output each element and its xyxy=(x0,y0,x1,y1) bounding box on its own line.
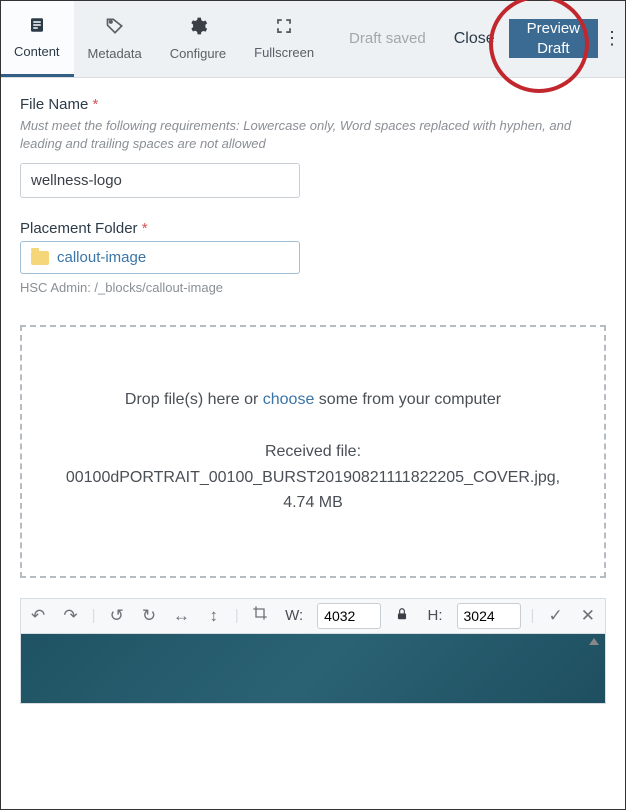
confirm-icon[interactable]: ✓ xyxy=(544,606,566,626)
placement-folder-group: Placement Folder * callout-image HSC Adm… xyxy=(20,220,606,295)
tab-metadata[interactable]: Metadata xyxy=(74,0,156,77)
folder-value: callout-image xyxy=(57,249,146,266)
image-editor-toolbar: ↶ ↷ | ↺ ↻ ↔ ↕ | W: H: | ✓ ✕ xyxy=(20,598,606,634)
content-area: File Name * Must meet the following requ… xyxy=(0,78,626,722)
editor-toolbar: Content Metadata Configure Fullscreen Dr… xyxy=(0,0,626,78)
image-preview xyxy=(20,634,606,704)
fullscreen-icon xyxy=(275,17,293,41)
received-file-block: Received file: 00100dPORTRAIT_00100_BURS… xyxy=(52,439,574,516)
rotate-right-icon[interactable]: ↻ xyxy=(138,606,160,626)
redo-icon[interactable]: ↷ xyxy=(59,606,81,626)
file-dropzone[interactable]: Drop file(s) here or choose some from yo… xyxy=(20,325,606,577)
choose-file-link[interactable]: choose xyxy=(263,391,315,408)
close-button[interactable]: Close xyxy=(440,30,509,48)
undo-icon[interactable]: ↶ xyxy=(27,606,49,626)
tag-icon xyxy=(105,16,125,42)
width-label: W: xyxy=(285,607,303,624)
preview-draft-button[interactable]: Preview Draft xyxy=(509,19,598,58)
file-name-hint: Must meet the following requirements: Lo… xyxy=(20,117,606,153)
tab-fullscreen-label: Fullscreen xyxy=(254,45,314,60)
folder-selector[interactable]: callout-image xyxy=(20,241,300,274)
folder-path: HSC Admin: /_blocks/callout-image xyxy=(20,280,606,295)
file-name-input[interactable] xyxy=(20,163,300,198)
tab-fullscreen[interactable]: Fullscreen xyxy=(240,0,328,77)
cancel-icon[interactable]: ✕ xyxy=(577,606,599,626)
rotate-left-icon[interactable]: ↺ xyxy=(106,606,128,626)
preview-line1: Preview xyxy=(527,19,580,39)
more-menu-button[interactable]: ⋮ xyxy=(598,28,626,49)
scroll-up-icon[interactable] xyxy=(589,638,599,645)
height-label: H: xyxy=(428,607,443,624)
content-icon xyxy=(28,16,46,40)
received-file-name: 00100dPORTRAIT_00100_BURST20190821111822… xyxy=(52,465,574,516)
preview-line2: Draft xyxy=(537,39,570,59)
draft-saved-text: Draft saved xyxy=(335,30,440,47)
tab-configure-label: Configure xyxy=(170,46,226,61)
lock-icon[interactable] xyxy=(391,606,413,626)
tab-content[interactable]: Content xyxy=(0,0,74,77)
tab-configure[interactable]: Configure xyxy=(156,0,240,77)
flip-vertical-icon[interactable]: ↕ xyxy=(203,606,225,626)
file-name-group: File Name * Must meet the following requ… xyxy=(20,96,606,198)
height-input[interactable] xyxy=(457,603,521,629)
file-name-label: File Name * xyxy=(20,96,606,113)
dropzone-prompt: Drop file(s) here or choose some from yo… xyxy=(52,387,574,413)
gear-icon xyxy=(188,16,208,42)
crop-icon[interactable] xyxy=(249,605,271,626)
tab-content-label: Content xyxy=(14,44,60,59)
width-input[interactable] xyxy=(317,603,381,629)
flip-horizontal-icon[interactable]: ↔ xyxy=(170,606,192,626)
placement-folder-label: Placement Folder * xyxy=(20,220,606,237)
tab-metadata-label: Metadata xyxy=(88,46,142,61)
folder-icon xyxy=(31,251,49,265)
received-label: Received file: xyxy=(52,439,574,465)
